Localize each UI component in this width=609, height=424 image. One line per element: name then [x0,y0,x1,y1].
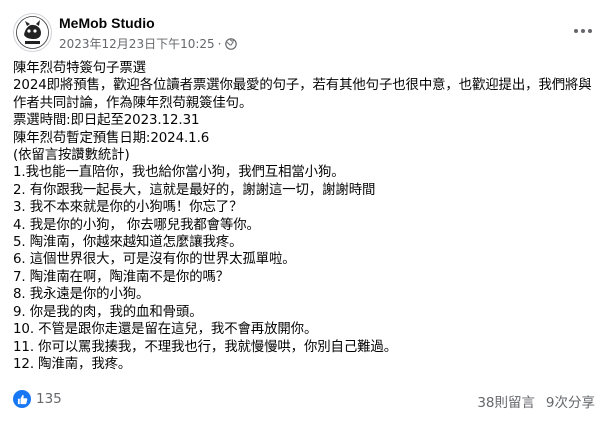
globe-icon [224,38,237,50]
share-count[interactable]: 9次分享 [546,391,595,411]
post-text-line: 7. 陶淮南在啊，陶淮南不是你的嗎？ [13,269,230,285]
post-text-line: 票選時間:即日起至2023.12.31 [13,113,200,129]
post-footer: 135 38則留言 9次分享 [13,388,595,411]
post-text-line: (依留言按讚數統計) [13,148,130,164]
post-text-line: 4. 我是你的小狗， 你去哪兒我都會等你。 [13,217,260,233]
post-text-line: 陳年烈苟暫定預售日期:2024.1.6 [13,130,210,146]
post-text-line: 10. 不管是跟你走還是留在這兒，我不會再放開你。 [13,322,318,338]
post-text-line: 2024即將預售，歡迎各位讀者票選你最愛的句子，若有其他句子也很中意，也歡迎提出… [13,78,592,94]
post-body: 陳年烈苟特簽句子票選 2024即將預售，歡迎各位讀者票選你最愛的句子，若有其他句子… [13,60,603,373]
post-text-line: 11. 你可以罵我揍我，不理我也行，我就慢慢哄，你別自己難過。 [13,339,397,355]
reaction-count[interactable]: 135 [36,391,62,407]
post-text-line: 3. 我不本來就是你的小狗嗎！你忘了？ [13,200,243,216]
comment-count[interactable]: 38則留言 [477,391,535,411]
post-text-line: 1.我也能一直陪你，我也給你當小狗，我們互相當小狗。 [13,165,345,181]
post-header: MeMob Studio 2023年12月23日下午10:25 · [13,10,609,54]
post-text-line: 2. 有你跟我一起長大，這就是最好的，謝謝這一切，謝謝時間 [13,182,376,198]
meta-separator: · [217,37,222,51]
post-timestamp[interactable]: 2023年12月23日下午10:25 [59,37,215,51]
post-text-line: 陳年烈苟特簽句子票選 [13,61,146,76]
avatar[interactable] [13,13,52,52]
more-horizontal-icon[interactable] [571,22,595,40]
memob-studio-logo [16,16,49,49]
post-meta: 2023年12月23日下午10:25 · [59,35,237,52]
post-text-line: 12. 陶淮南，我疼。 [13,356,132,372]
post-text-line: 9. 你是我的肉，我的血和骨頭。 [13,304,203,320]
post-text-line: 5. 陶淮南，你越來越知道怎麼讓我疼。 [13,235,243,251]
post-text-line: 8. 我永遠是你的小狗。 [13,287,150,303]
thumbs-up-icon[interactable] [13,390,31,408]
page-name[interactable]: MeMob Studio [59,15,155,31]
post-text-line: 作者共同討論，作為陳年烈苟親簽佳句。 [13,95,253,111]
facebook-post: MeMob Studio 2023年12月23日下午10:25 · 陳年烈苟特簽句… [0,0,609,424]
post-text-line: 6. 這個世界很大，可是沒有你的世界太孤單啦。 [13,252,296,268]
